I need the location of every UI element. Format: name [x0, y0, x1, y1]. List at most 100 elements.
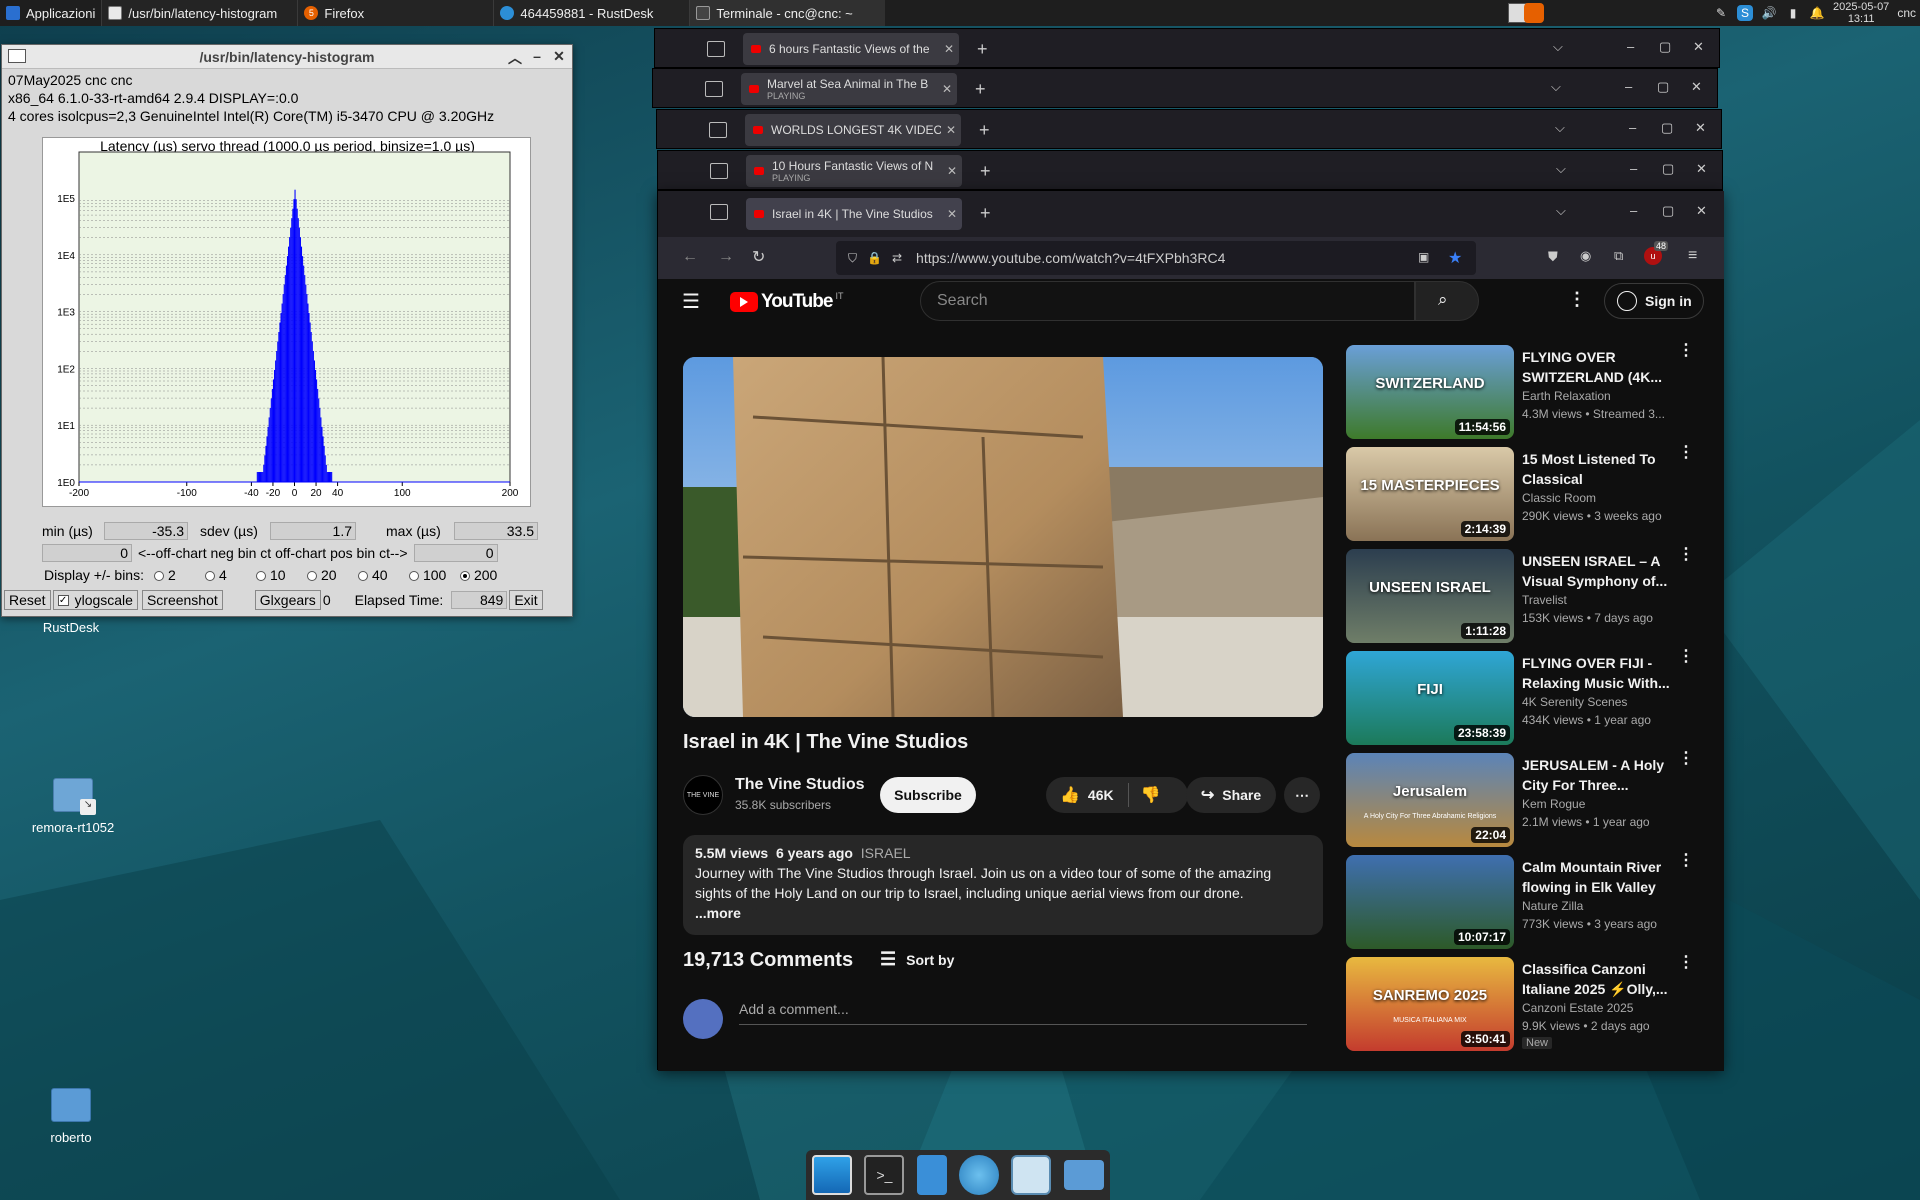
pocket-icon[interactable]: ⛊	[1548, 249, 1558, 265]
permissions-icon[interactable]: ⇄	[892, 251, 902, 265]
network-icon[interactable]: ✎	[1713, 5, 1729, 21]
url-bar[interactable]: ⛉ 🔒 ⇄ https://www.youtube.com/watch?v=4t…	[836, 241, 1476, 275]
window-menu-icon[interactable]	[8, 49, 26, 63]
tab-close-icon[interactable]: ✕	[941, 123, 961, 137]
guide-menu-icon[interactable]: ☰	[682, 289, 700, 314]
battery-icon[interactable]: ▮	[1785, 5, 1801, 21]
close-icon[interactable]: ✕	[1693, 39, 1704, 55]
show-desktop-icon[interactable]	[812, 1155, 853, 1195]
close-icon[interactable]: ✕	[550, 48, 568, 65]
item-kebab-icon[interactable]: ⋮	[1678, 649, 1694, 665]
tracking-shield-icon[interactable]: ⛉	[848, 251, 857, 266]
window-titlebar[interactable]: /usr/bin/latency-histogram ︿ – ✕	[2, 45, 572, 69]
maximize-icon[interactable]: ▢	[1657, 79, 1669, 95]
minimize-icon[interactable]: –	[1629, 120, 1636, 135]
maximize-icon[interactable]: ▢	[1659, 39, 1671, 55]
video-thumbnail[interactable]: SWITZERLAND 11:54:56	[1346, 345, 1514, 439]
search-input[interactable]: Search	[920, 281, 1415, 321]
related-video-channel[interactable]: Canzoni Estate 2025	[1522, 1001, 1633, 1015]
channel-name[interactable]: The Vine Studios	[735, 776, 865, 794]
home-folder-icon[interactable]	[1063, 1160, 1104, 1190]
hashtag-link[interactable]: ISRAEL	[861, 845, 911, 861]
volume-icon[interactable]: 🔊	[1761, 5, 1777, 21]
tab-overview-icon[interactable]	[707, 41, 725, 57]
tab-overview-icon[interactable]	[709, 122, 727, 138]
bins-radio-2[interactable]: 2	[144, 567, 195, 583]
like-thumb-icon[interactable]: 👍	[1060, 785, 1080, 805]
app-finder-icon[interactable]	[1011, 1155, 1052, 1195]
add-comment-input[interactable]: Add a comment...	[739, 1001, 1307, 1025]
apps-menu-button[interactable]: Applicazioni	[0, 0, 101, 26]
firefox-window-background[interactable]: Marvel at Sea Animal in The B PLAYING ✕ + ⌵ –…	[652, 68, 1718, 108]
background-tab[interactable]: WORLDS LONGEST 4K VIDEO ✕	[745, 114, 961, 146]
maximize-icon[interactable]: ▢	[1662, 161, 1674, 177]
channel-avatar[interactable]: THE VINE	[683, 775, 723, 815]
clock[interactable]: 2025-05-07 13:11	[1833, 1, 1889, 25]
picture-in-picture-icon[interactable]: ▣	[1418, 250, 1429, 264]
related-video-title[interactable]: FLYING OVER SWITZERLAND (4K...	[1522, 347, 1672, 387]
desktop-icon-remora[interactable]: ↘ remora-rt1052	[18, 778, 128, 835]
related-video-title[interactable]: Classifica Canzoni Italiane 2025 ⚡Olly,.…	[1522, 959, 1672, 999]
list-tabs-chevron-down-icon[interactable]: ⌵	[1556, 161, 1566, 177]
close-icon[interactable]: ✕	[1696, 161, 1707, 177]
related-video-item[interactable]: Jerusalem A Holy City For Three Abrahamic…	[1346, 751, 1706, 848]
search-button[interactable]: ⌕	[1415, 281, 1479, 321]
list-tabs-chevron-down-icon[interactable]: ⌵	[1555, 120, 1565, 136]
list-tabs-chevron-down-icon[interactable]: ⌵	[1556, 203, 1566, 219]
related-video-item[interactable]: SWITZERLAND 11:54:56 FLYING OVER SWITZERLA…	[1346, 343, 1706, 440]
taskbar-terminal[interactable]: Terminale - cnc@cnc: ~	[689, 0, 886, 26]
rustdesk-tray-icon[interactable]: S	[1737, 5, 1754, 21]
taskbar-firefox[interactable]: 5 Firefox	[297, 0, 494, 26]
firefox-window-background[interactable]: WORLDS LONGEST 4K VIDEO ✕ + ⌵ – ▢ ✕	[656, 109, 1722, 149]
item-kebab-icon[interactable]: ⋮	[1678, 751, 1694, 767]
back-icon[interactable]: ←	[682, 248, 698, 266]
related-video-channel[interactable]: Kem Rogue	[1522, 797, 1585, 811]
video-thumbnail[interactable]: Jerusalem A Holy City For Three Abrahamic…	[1346, 753, 1514, 847]
close-icon[interactable]: ✕	[1696, 203, 1707, 219]
show-more-link[interactable]: ...more	[695, 903, 1311, 923]
glxgears-button[interactable]: Glxgears	[254, 590, 321, 610]
bins-radio-4[interactable]: 4	[195, 567, 246, 583]
minimize-icon[interactable]: –	[528, 48, 546, 64]
new-tab-icon[interactable]: +	[979, 120, 990, 141]
related-video-title[interactable]: JERUSALEM - A Holy City For Three...	[1522, 755, 1672, 795]
like-count[interactable]: 46K	[1088, 787, 1114, 803]
related-video-channel[interactable]: Travelist	[1522, 593, 1567, 607]
bins-radio-40[interactable]: 40	[348, 567, 399, 583]
web-browser-launcher-icon[interactable]	[959, 1155, 1000, 1195]
related-video-channel[interactable]: Classic Room	[1522, 491, 1596, 505]
bins-radio-10[interactable]: 10	[246, 567, 297, 583]
new-tab-icon[interactable]: +	[977, 39, 988, 60]
sort-by-button[interactable]: ☰ Sort by	[880, 949, 954, 970]
share-button[interactable]: ↪ Share	[1186, 777, 1276, 813]
shade-icon[interactable]: ︿	[506, 48, 524, 68]
list-tabs-chevron-down-icon[interactable]: ⌵	[1553, 39, 1563, 55]
minimize-icon[interactable]: –	[1630, 161, 1637, 176]
background-tab[interactable]: 6 hours Fantastic Views of the ✕	[743, 33, 959, 65]
youtube-logo[interactable]: YouTube IT	[730, 291, 843, 313]
background-tab[interactable]: Marvel at Sea Animal in The B PLAYING ✕	[741, 73, 957, 105]
item-kebab-icon[interactable]: ⋮	[1678, 343, 1694, 359]
lock-icon[interactable]: 🔒	[867, 251, 882, 265]
video-thumbnail[interactable]: FIJI 23:58:39	[1346, 651, 1514, 745]
maximize-icon[interactable]: ▢	[1662, 203, 1674, 219]
tab-overview-icon[interactable]	[705, 81, 723, 97]
reload-icon[interactable]: ↻	[752, 247, 765, 267]
maximize-icon[interactable]: ▢	[1661, 120, 1673, 136]
item-kebab-icon[interactable]: ⋮	[1678, 547, 1694, 563]
user-menu[interactable]: cnc	[1897, 6, 1916, 20]
subscribe-button[interactable]: Subscribe	[880, 777, 976, 813]
minimize-icon[interactable]: –	[1625, 79, 1632, 94]
forward-icon[interactable]: →	[718, 248, 734, 266]
related-video-item[interactable]: SANREMO 2025 MUSICA ITALIANA MIX 3:50:41 Cl…	[1346, 955, 1706, 1052]
item-kebab-icon[interactable]: ⋮	[1678, 955, 1694, 971]
more-actions-button[interactable]: ⋯	[1284, 777, 1320, 813]
related-video-channel[interactable]: Nature Zilla	[1522, 899, 1583, 913]
video-thumbnail[interactable]: UNSEEN ISRAEL 1:11:28	[1346, 549, 1514, 643]
dislike-thumb-icon[interactable]: 👎	[1141, 785, 1161, 805]
video-thumbnail[interactable]: 10:07:17	[1346, 855, 1514, 949]
tab-israel-4k[interactable]: Israel in 4K | The Vine Studios ✕	[746, 198, 962, 230]
bookmark-star-icon[interactable]: ★	[1448, 248, 1462, 268]
item-kebab-icon[interactable]: ⋮	[1678, 853, 1694, 869]
related-video-title[interactable]: 15 Most Listened To Classical Masterpiec…	[1522, 449, 1672, 489]
